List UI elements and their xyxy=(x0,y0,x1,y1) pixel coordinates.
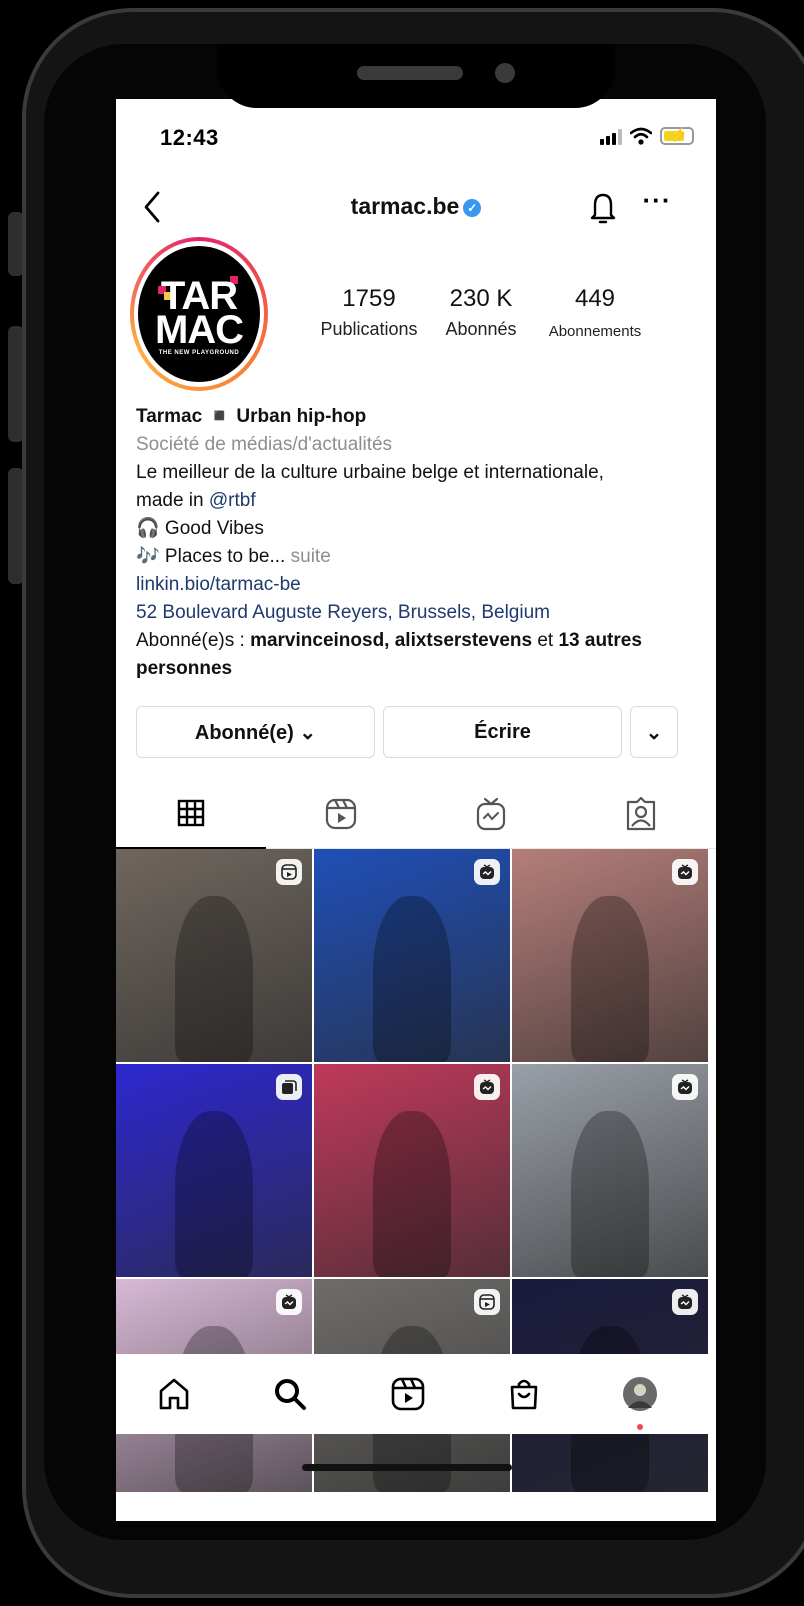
search-icon xyxy=(275,1379,306,1410)
bio-text: made in xyxy=(136,490,209,511)
phone-screen: 12:43 ⚡ tarmac.be ✓ ··· TAR MAC THE NEW … xyxy=(116,99,716,1521)
signal-icon xyxy=(600,129,622,145)
followed-by[interactable]: Abonné(e)s : marvinceinosd, alixtserstev… xyxy=(136,627,696,683)
status-bar: 12:43 ⚡ xyxy=(116,99,716,169)
post-image xyxy=(174,895,254,1062)
logo-tagline: THE NEW PLAYGROUND xyxy=(158,350,240,356)
home-indicator[interactable] xyxy=(302,1464,512,1471)
post-image xyxy=(372,1110,452,1277)
reels-icon xyxy=(276,859,302,885)
followed-names: marvinceinosd, alixtserstevens xyxy=(250,630,533,651)
carousel-icon xyxy=(276,1074,302,1100)
tagged-icon xyxy=(626,797,656,831)
shop-icon xyxy=(510,1379,538,1410)
reels-icon xyxy=(474,1289,500,1315)
tab-reels[interactable] xyxy=(266,779,416,849)
home-icon xyxy=(159,1378,189,1410)
stat-value: 449 xyxy=(574,285,616,312)
speaker xyxy=(357,66,463,80)
profile-username: tarmac.be ✓ xyxy=(116,193,716,220)
reels-icon xyxy=(391,1377,425,1411)
tab-igtv[interactable] xyxy=(416,779,566,849)
notification-dot xyxy=(637,1424,643,1430)
profile-bio: Tarmac ◾ Urban hip-hop Société de médias… xyxy=(136,403,696,683)
grid-icon xyxy=(177,799,205,827)
post-thumbnail[interactable] xyxy=(116,1064,312,1277)
tarmac-logo: TAR MAC THE NEW PLAYGROUND xyxy=(138,246,260,382)
post-image xyxy=(570,1110,650,1277)
status-time: 12:43 xyxy=(160,125,219,150)
nav-search[interactable] xyxy=(266,1370,314,1418)
bio-text: 🎶 Places to be... xyxy=(136,546,286,567)
wifi-icon xyxy=(630,127,652,145)
igtv-icon xyxy=(276,1289,302,1315)
profile-stats: 1759 Publications 230 K Abonnés 449 Abon… xyxy=(312,285,662,345)
tab-grid[interactable] xyxy=(116,779,266,849)
more-options-icon[interactable]: ··· xyxy=(640,187,674,221)
notification-bell-icon[interactable] xyxy=(586,187,620,227)
bio-line: Le meilleur de la culture urbaine belge … xyxy=(136,462,604,483)
message-button[interactable]: Écrire xyxy=(383,706,622,758)
igtv-icon xyxy=(672,1289,698,1315)
stat-label: Abonnés xyxy=(445,319,517,339)
logo-text-mac: MAC xyxy=(154,308,244,352)
stat-followers[interactable]: 230 K Abonnés xyxy=(436,285,526,340)
profile-actions: Abonné(e) ⌄ Écrire ⌄ xyxy=(136,706,678,758)
post-image xyxy=(372,895,452,1062)
igtv-icon xyxy=(476,797,506,831)
igtv-icon xyxy=(672,859,698,885)
bio-line: 🎶 Places to be... suite xyxy=(136,543,696,571)
front-camera xyxy=(495,63,515,83)
profile-avatar-story-ring[interactable]: TAR MAC THE NEW PLAYGROUND xyxy=(130,237,268,391)
bio-category: Société de médias/d'actualités xyxy=(136,434,393,455)
nav-profile[interactable] xyxy=(616,1370,664,1430)
status-icons: ⚡ xyxy=(600,126,694,145)
bio-line: made in @rtbf xyxy=(136,487,696,515)
bio-more-link[interactable]: suite xyxy=(291,546,331,567)
post-thumbnail[interactable] xyxy=(512,1064,708,1277)
nav-reels[interactable] xyxy=(384,1370,432,1418)
stat-value: 1759 xyxy=(342,285,396,312)
profile-tabs xyxy=(116,779,716,849)
post-thumbnail[interactable] xyxy=(314,1064,510,1277)
bio-address-link[interactable]: 52 Boulevard Auguste Reyers, Brussels, B… xyxy=(136,599,696,627)
nav-home[interactable] xyxy=(150,1370,198,1418)
stat-following[interactable]: 449 Abonnements xyxy=(540,285,650,340)
bio-website-link[interactable]: linkin.bio/tarmac-be xyxy=(136,571,696,599)
tab-tagged[interactable] xyxy=(566,779,716,849)
reels-icon xyxy=(325,798,357,830)
followed-and: et xyxy=(532,630,559,651)
post-thumbnail[interactable] xyxy=(314,849,510,1062)
bio-line: 🎧 Good Vibes xyxy=(136,518,264,539)
post-thumbnail[interactable] xyxy=(512,849,708,1062)
notch xyxy=(217,44,615,108)
igtv-icon xyxy=(474,1074,500,1100)
igtv-icon xyxy=(672,1074,698,1100)
nav-shop[interactable] xyxy=(500,1370,548,1418)
post-image xyxy=(174,1110,254,1277)
stat-label: Publications xyxy=(320,319,418,339)
stat-publications[interactable]: 1759 Publications xyxy=(314,285,424,340)
profile-avatar xyxy=(623,1377,657,1411)
stat-value: 230 K xyxy=(449,285,513,312)
followed-prefix: Abonné(e)s : xyxy=(136,630,251,651)
bio-name: Tarmac ◾ Urban hip-hop xyxy=(136,406,367,427)
verified-badge-icon: ✓ xyxy=(463,199,482,217)
post-thumbnail[interactable] xyxy=(116,849,312,1062)
post-image xyxy=(570,895,650,1062)
mention-link[interactable]: @rtbf xyxy=(209,490,256,511)
bottom-navigation xyxy=(116,1354,716,1434)
following-button[interactable]: Abonné(e) ⌄ xyxy=(136,706,375,758)
profile-header: tarmac.be ✓ ··· xyxy=(116,179,716,233)
igtv-icon xyxy=(474,859,500,885)
suggested-dropdown-button[interactable]: ⌄ xyxy=(630,706,678,758)
stat-label: Abonnements xyxy=(548,323,642,340)
posts-grid xyxy=(116,849,716,1492)
battery-icon: ⚡ xyxy=(660,126,694,145)
username-text: tarmac.be xyxy=(350,193,460,219)
